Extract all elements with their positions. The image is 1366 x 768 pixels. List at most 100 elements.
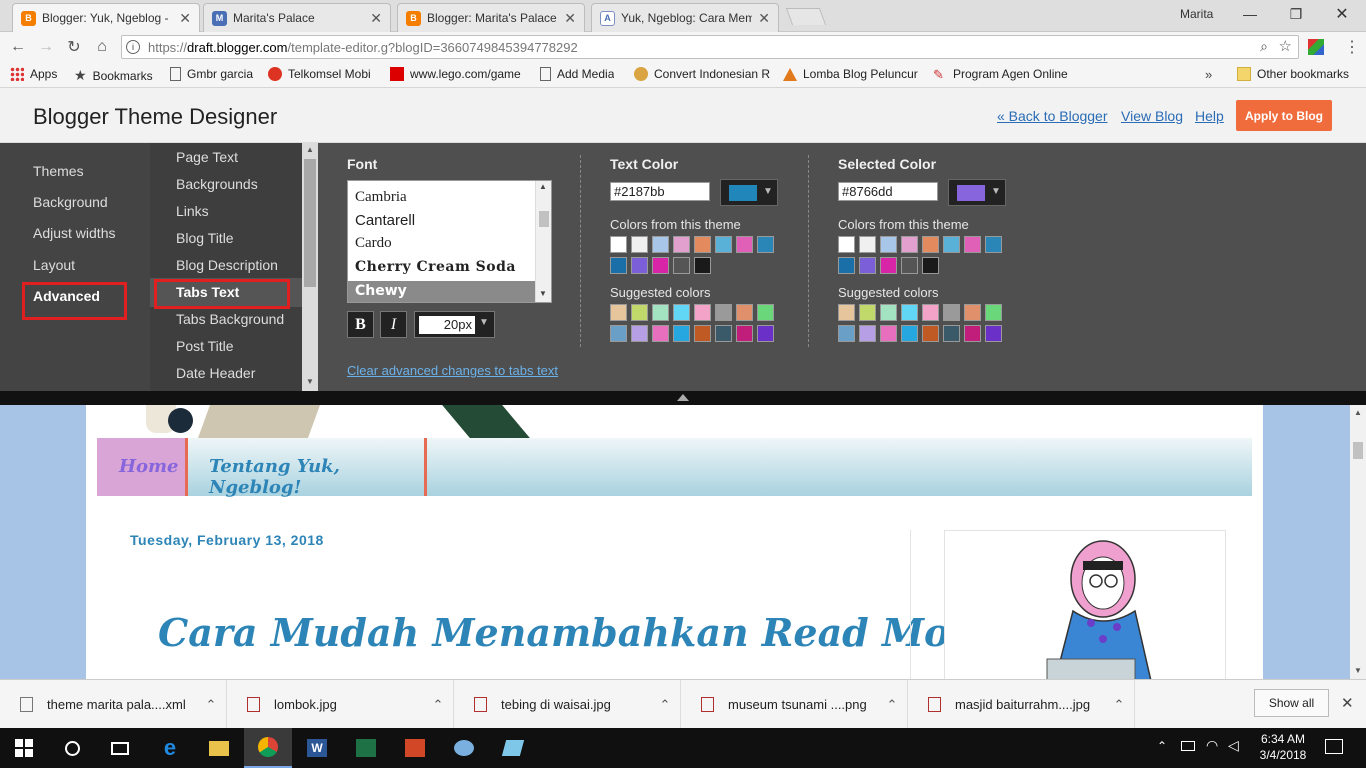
nav-background[interactable]: Background: [33, 194, 108, 210]
color-swatch[interactable]: [922, 236, 939, 253]
tab-blogger-yuk-ngeblog[interactable]: B Blogger: Yuk, Ngeblog - ✕: [12, 3, 200, 32]
color-swatch[interactable]: [838, 236, 855, 253]
notifications-icon[interactable]: [1325, 739, 1343, 754]
color-swatch[interactable]: [880, 236, 897, 253]
nav-adjust-widths[interactable]: Adjust widths: [33, 225, 115, 241]
color-swatch[interactable]: [673, 304, 690, 321]
color-swatch[interactable]: [901, 236, 918, 253]
chevron-up-icon[interactable]: ⌃: [1157, 739, 1167, 753]
post-title[interactable]: Cara Mudah Menambahkan Read More: [158, 610, 994, 655]
nav-page-text[interactable]: Page Text: [176, 149, 238, 165]
color-swatch[interactable]: [901, 325, 918, 342]
nav-layout[interactable]: Layout: [33, 257, 75, 273]
color-swatch[interactable]: [673, 257, 690, 274]
italic-button[interactable]: I: [380, 311, 407, 338]
info-icon[interactable]: i: [126, 40, 140, 54]
back-to-blogger-link[interactable]: « Back to Blogger: [997, 108, 1108, 124]
system-clock[interactable]: 6:34 AM 3/4/2018: [1253, 731, 1313, 763]
word-icon[interactable]: W: [293, 728, 341, 768]
font-option[interactable]: Cardo: [355, 235, 392, 252]
collapse-arrow-icon[interactable]: [677, 394, 689, 401]
show-all-button[interactable]: Show all: [1254, 689, 1329, 717]
blog-tab-about[interactable]: Tentang Yuk, Ngeblog!: [191, 438, 427, 498]
extension-icon[interactable]: [1308, 39, 1324, 55]
color-swatch[interactable]: [880, 304, 897, 321]
battery-icon[interactable]: [1181, 741, 1195, 751]
scroll-thumb[interactable]: [304, 159, 316, 287]
excel-icon[interactable]: [342, 728, 390, 768]
color-swatch[interactable]: [838, 257, 855, 274]
color-swatch[interactable]: [694, 257, 711, 274]
color-swatch[interactable]: [610, 257, 627, 274]
nav-blog-description[interactable]: Blog Description: [176, 257, 278, 273]
bookmark-bookmarks[interactable]: ★ Bookmarks: [74, 67, 153, 84]
bookmark-convert-indonesian[interactable]: Convert Indonesian R: [634, 67, 770, 81]
chrome-icon[interactable]: [244, 728, 292, 768]
color-swatch[interactable]: [922, 304, 939, 321]
wifi-icon[interactable]: ◠: [1206, 737, 1218, 754]
color-swatch[interactable]: [694, 325, 711, 342]
star-icon[interactable]: ☆: [1279, 37, 1292, 55]
secondary-nav-scrollbar[interactable]: ▲ ▼: [302, 143, 318, 391]
color-swatch[interactable]: [610, 236, 627, 253]
font-option-selected[interactable]: Chewy: [355, 283, 407, 299]
font-list[interactable]: Cambria Cantarell Cardo Cherry Cream Sod…: [347, 180, 552, 303]
close-window-icon[interactable]: ✕: [1319, 0, 1365, 28]
task-view-icon[interactable]: [96, 728, 144, 768]
bookmarks-overflow-icon[interactable]: »: [1205, 67, 1212, 82]
color-swatch[interactable]: [652, 304, 669, 321]
nav-backgrounds[interactable]: Backgrounds: [176, 176, 258, 192]
bookmark-other[interactable]: Other bookmarks: [1237, 67, 1349, 81]
color-swatch[interactable]: [757, 304, 774, 321]
home-icon[interactable]: ⌂: [88, 33, 116, 61]
back-arrow-icon[interactable]: ←: [4, 33, 32, 61]
volume-icon[interactable]: ◁: [1228, 737, 1239, 754]
scroll-up-icon[interactable]: ▲: [539, 182, 547, 191]
new-tab-button[interactable]: [785, 8, 827, 25]
color-swatch[interactable]: [694, 304, 711, 321]
font-option[interactable]: Cambria: [355, 189, 407, 206]
scroll-down-icon[interactable]: ▼: [539, 289, 547, 298]
download-item[interactable]: tebing di waisai.jpg ⌃: [454, 680, 681, 729]
selected-color-picker[interactable]: ▼: [948, 179, 1006, 206]
color-swatch[interactable]: [673, 325, 690, 342]
chevron-up-icon[interactable]: ⌃: [650, 697, 680, 713]
app-icon[interactable]: [489, 728, 537, 768]
color-swatch[interactable]: [757, 325, 774, 342]
color-swatch[interactable]: [610, 304, 627, 321]
color-swatch[interactable]: [943, 236, 960, 253]
close-tab-icon[interactable]: ✕: [370, 10, 382, 27]
tab-maritas-palace[interactable]: M Marita's Palace ✕: [203, 3, 391, 32]
text-color-picker[interactable]: ▼: [720, 179, 778, 206]
minimize-icon[interactable]: —: [1227, 0, 1273, 28]
color-swatch[interactable]: [859, 236, 876, 253]
color-swatch[interactable]: [838, 325, 855, 342]
color-swatch[interactable]: [631, 257, 648, 274]
nav-post-title[interactable]: Post Title: [176, 338, 234, 354]
edge-icon[interactable]: e: [146, 728, 194, 768]
color-swatch[interactable]: [631, 325, 648, 342]
blog-tab-home[interactable]: Home: [97, 438, 188, 496]
scroll-thumb[interactable]: [539, 211, 549, 227]
nav-tabs-background[interactable]: Tabs Background: [176, 311, 284, 327]
scroll-thumb[interactable]: [1353, 442, 1363, 459]
bookmark-apps[interactable]: Apps: [10, 67, 57, 81]
color-swatch[interactable]: [859, 257, 876, 274]
bookmark-lomba-blog[interactable]: Lomba Blog Peluncur: [783, 67, 921, 81]
download-item[interactable]: lombok.jpg ⌃: [227, 680, 454, 729]
color-swatch[interactable]: [715, 304, 732, 321]
bookmark-telkomsel[interactable]: Telkomsel Mobi: [268, 67, 380, 81]
tab-yuk-ngeblog-cara[interactable]: A Yuk, Ngeblog: Cara Mem ✕: [591, 3, 779, 32]
apply-to-blog-button[interactable]: Apply to Blog: [1236, 100, 1332, 131]
paint-icon[interactable]: [440, 728, 488, 768]
color-swatch[interactable]: [610, 325, 627, 342]
profile-name[interactable]: Marita: [1180, 7, 1213, 21]
restore-icon[interactable]: ❐: [1273, 0, 1319, 28]
selected-color-hex-input[interactable]: #8766dd: [838, 182, 938, 201]
color-swatch[interactable]: [652, 236, 669, 253]
color-swatch[interactable]: [964, 304, 981, 321]
bookmark-program-agen[interactable]: ✎ Program Agen Online: [933, 67, 1071, 81]
color-swatch[interactable]: [880, 325, 897, 342]
scroll-up-icon[interactable]: ▲: [1354, 408, 1362, 417]
download-item[interactable]: theme marita pala....xml ⌃: [0, 680, 227, 729]
